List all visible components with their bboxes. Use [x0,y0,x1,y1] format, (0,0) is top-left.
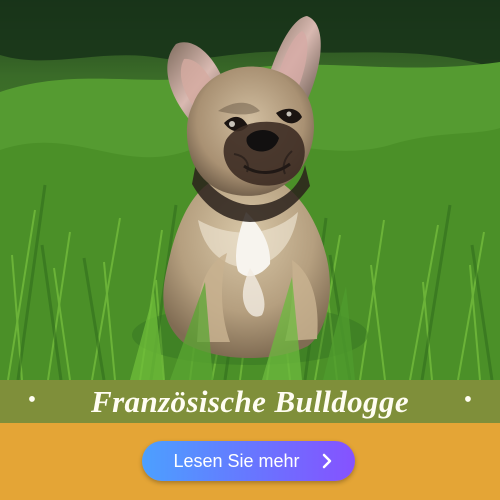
right-bullet-icon: • [463,387,473,413]
dog-breed-banner: • Französische Bulldogge • Lesen Sie meh… [0,0,500,500]
read-more-area: Lesen Sie mehr [0,423,500,500]
french-bulldog-photo [0,0,500,380]
french-bulldog-image [0,0,500,380]
left-bullet-icon: • [27,387,37,413]
read-more-label: Lesen Sie mehr [173,451,300,471]
read-more-button[interactable]: Lesen Sie mehr [142,441,355,481]
chevron-right-icon [322,453,331,469]
breed-title-band: • Französische Bulldogge • [0,380,500,423]
breed-title: Französische Bulldogge [91,384,409,419]
